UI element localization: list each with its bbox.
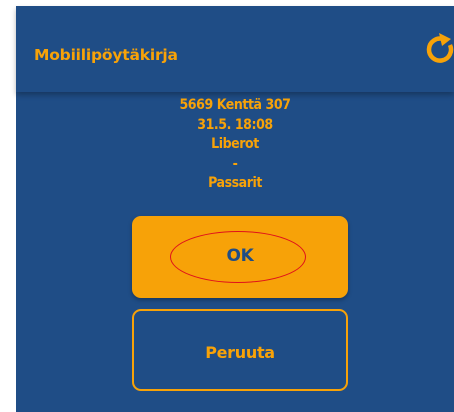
home-team: Liberot — [211, 136, 259, 152]
match-code-venue: 5669 Kenttä 307 — [179, 97, 291, 113]
app-screen: Mobiilipöytäkirja 5669 Kenttä 307 31.5. … — [16, 6, 454, 412]
match-info: 5669 Kenttä 307 31.5. 18:08 Liberot - Pa… — [16, 96, 454, 194]
ok-button[interactable]: OK — [132, 216, 348, 298]
ok-button-label: OK — [226, 246, 254, 266]
app-bar: Mobiilipöytäkirja — [16, 6, 454, 92]
refresh-icon[interactable] — [424, 32, 454, 66]
cancel-button-label: Peruuta — [205, 343, 275, 362]
cancel-button[interactable]: Peruuta — [132, 309, 348, 391]
team-separator: - — [232, 155, 238, 172]
away-team: Passarit — [208, 175, 262, 191]
match-datetime: 31.5. 18:08 — [197, 116, 273, 133]
app-title: Mobiilipöytäkirja — [34, 46, 178, 64]
